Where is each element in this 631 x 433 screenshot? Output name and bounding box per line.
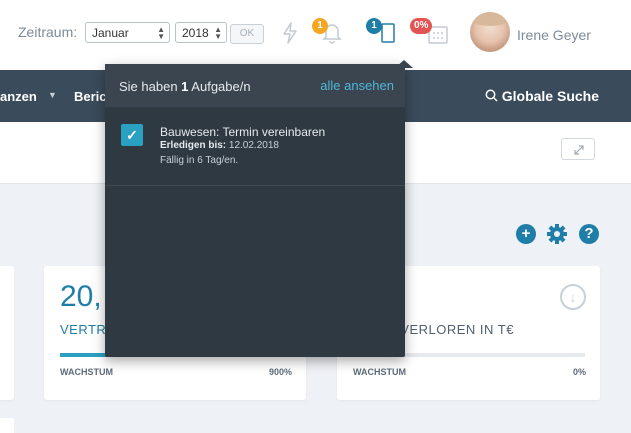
- dropdown-header: Sie haben 1 Aufgabe/n alle ansehen: [105, 64, 405, 107]
- header-prefix: Sie haben: [119, 79, 182, 94]
- task-due-date: 12.02.2018: [228, 140, 279, 151]
- expand-button[interactable]: [561, 138, 595, 160]
- calendar-badge: 0%: [410, 18, 433, 34]
- header-suffix: Aufgabe/n: [188, 79, 251, 94]
- tasks-badge: 1: [366, 18, 382, 34]
- global-search-link[interactable]: Globale Suche: [485, 88, 599, 104]
- growth-label: WACHSTUM: [353, 367, 406, 377]
- checkmark-icon[interactable]: ✓: [121, 124, 143, 146]
- user-name[interactable]: Irene Geyer: [517, 27, 591, 43]
- growth-value: 900%: [268, 367, 292, 377]
- expand-icon: [574, 145, 584, 155]
- task-due-label: Erledigen bis:: [160, 140, 227, 151]
- year-select[interactable]: 2018 ▲ ▼: [175, 22, 227, 43]
- tasks-dropdown: Sie haben 1 Aufgabe/n alle ansehen ✓ Bau…: [105, 64, 405, 357]
- growth-label: WACHSTUM: [60, 367, 113, 377]
- task-due: Erledigen bis: 12.02.2018: [160, 140, 279, 151]
- task-item[interactable]: ✓ Bauwesen: Termin vereinbaren Erledigen…: [105, 107, 405, 186]
- tablet-icon[interactable]: [380, 22, 396, 49]
- select-arrows-icon: ▲ ▼: [157, 25, 165, 41]
- card-title: B VERLOREN IN T€: [387, 322, 514, 337]
- avatar[interactable]: [470, 12, 510, 52]
- card-value: 20,: [60, 280, 102, 313]
- month-select-value: Januar: [92, 26, 129, 40]
- arrow-down-circle-icon[interactable]: ↓: [560, 284, 586, 310]
- global-search-label: Globale Suche: [501, 88, 599, 104]
- question-circle-icon[interactable]: ?: [579, 224, 599, 244]
- month-select[interactable]: Januar ▲ ▼: [85, 22, 170, 43]
- dropdown-header-text: Sie haben 1 Aufgabe/n: [119, 79, 251, 94]
- search-icon: [485, 89, 498, 102]
- chevron-down-icon: ▼: [48, 90, 57, 100]
- plus-circle-icon[interactable]: +: [516, 224, 536, 244]
- lightning-icon[interactable]: [282, 22, 298, 49]
- zeitraum-label: Zeitraum:: [18, 24, 78, 40]
- growth-value: 0%: [572, 367, 586, 377]
- kpi-card-left: [0, 266, 14, 400]
- gear-icon[interactable]: [546, 223, 568, 250]
- alerts-badge: 1: [312, 18, 328, 34]
- card-bottom-edge: [0, 418, 14, 433]
- card-title: VERTR: [60, 322, 107, 337]
- view-all-link[interactable]: alle ansehen: [320, 78, 394, 93]
- top-bar: Zeitraum: Januar ▲ ▼ 2018 ▲ ▼ OK 1 1 0% Ir…: [0, 0, 631, 70]
- select-arrows-icon: ▲ ▼: [214, 25, 222, 41]
- task-relative-due: Fällig in 6 Tag/en.: [160, 155, 239, 166]
- year-select-value: 2018: [182, 26, 209, 40]
- nav-item-finanzen[interactable]: anzen: [0, 89, 37, 104]
- ok-button[interactable]: OK: [230, 24, 264, 44]
- nav-item-berichte[interactable]: Beric: [74, 89, 107, 104]
- task-title: Bauwesen: Termin vereinbaren: [160, 125, 326, 139]
